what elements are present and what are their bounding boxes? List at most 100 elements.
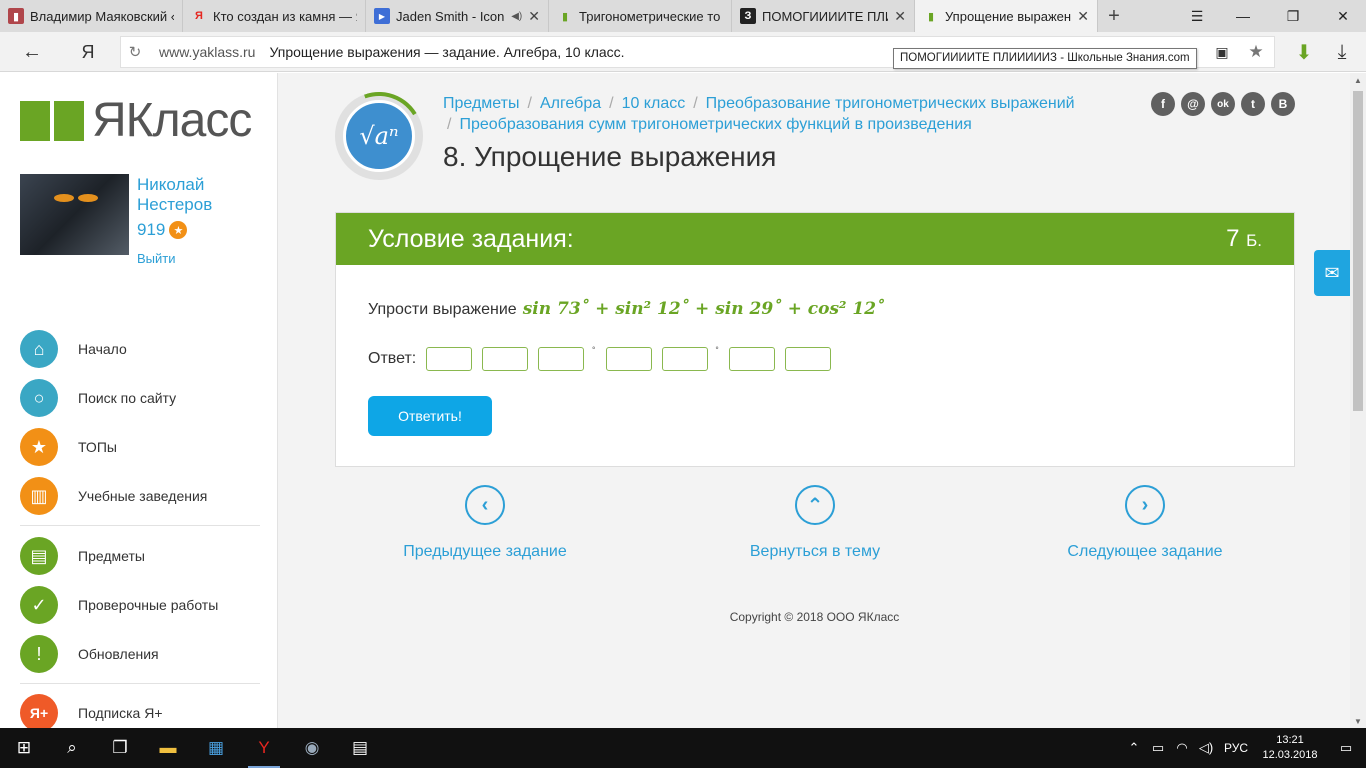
close-tab-icon[interactable]: ✕ [1077, 8, 1089, 25]
speaker-icon[interactable]: ◀) [511, 11, 522, 22]
sidebar-item-label: Предметы [78, 548, 145, 564]
copyright: Copyright © 2018 ООО ЯКласс [729, 610, 900, 624]
sidebar-item-label: Поиск по сайту [78, 390, 177, 406]
sidebar-item-subscription[interactable]: Я+ Подписка Я+ [20, 693, 270, 733]
tab-yandex-stone[interactable]: Я Кто создан из камня — Я [183, 0, 366, 32]
answer-input-2[interactable] [482, 347, 529, 371]
next-task-link[interactable]: › Следующее задание [1025, 485, 1265, 561]
answer-input-5[interactable] [661, 347, 708, 371]
volume-icon[interactable]: ◁) [1194, 740, 1218, 756]
sidebar-item-tests[interactable]: ✓ Проверочные работы [20, 585, 270, 625]
tab-znanija[interactable]: З ПОМОГИИИИТЕ ПЛИ ✕ [732, 0, 915, 32]
tab-active-simplify[interactable]: ▮ Упрощение выражен ✕ [915, 0, 1098, 32]
green-arrow-icon[interactable]: ⬇ [1290, 38, 1318, 66]
yaklass-icon: ▮ [561, 10, 569, 23]
answer-input-7[interactable] [784, 347, 831, 371]
degree-mark: ˚ [592, 347, 596, 358]
close-tab-icon[interactable]: ✕ [894, 8, 906, 25]
sidebar-item-schools[interactable]: ▥ Учебные заведения [20, 476, 270, 516]
logout-link[interactable]: Выйти [137, 251, 176, 266]
close-tab-icon[interactable]: ✕ [528, 8, 540, 25]
answer-input-4[interactable] [605, 347, 652, 371]
breadcrumb-subtopic[interactable]: Преобразования сумм тригонометрических ф… [459, 116, 971, 133]
logo-text: ЯКласс [92, 94, 252, 147]
avatar-eye [78, 194, 98, 202]
mail-ru-icon[interactable]: @ [1181, 92, 1205, 116]
store-icon[interactable]: ▦ [192, 728, 240, 768]
restore-icon[interactable]: ❐ [1270, 0, 1316, 32]
file-explorer-icon[interactable]: ▬ [144, 728, 192, 768]
yandex-icon: Я [195, 10, 203, 22]
clock[interactable]: 13:21 12.03.2018 [1254, 733, 1326, 763]
lock-icon[interactable]: ▣ [1208, 38, 1236, 66]
points-unit: Б. [1246, 231, 1262, 250]
tab-jaden-smith[interactable]: ▶ Jaden Smith - Icon ◀) ✕ [366, 0, 549, 32]
sidebar-divider [20, 525, 260, 526]
tab-title: Упрощение выражен [945, 8, 1072, 24]
task-points: 7 Б. [1226, 225, 1262, 253]
chevron-up-icon[interactable]: ⌃ [1122, 740, 1146, 756]
yaklass-logo[interactable]: ЯКласс [20, 94, 252, 147]
language-indicator[interactable]: РУС [1218, 741, 1254, 755]
twitter-icon[interactable]: t [1241, 92, 1265, 116]
menu-icon[interactable]: ☰ [1174, 0, 1220, 32]
new-tab-button[interactable]: + [1098, 0, 1130, 32]
answer-input-6[interactable] [728, 347, 775, 371]
battery-icon[interactable]: ▭ [1146, 740, 1170, 756]
tab-title: ПОМОГИИИИТЕ ПЛИ [762, 8, 889, 24]
yaklass-icon: ▮ [927, 10, 935, 23]
scrollbar-thumb[interactable] [1353, 91, 1363, 411]
scrollbar[interactable]: ▲ ▼ [1350, 73, 1366, 728]
reload-icon[interactable]: ↻ [121, 43, 149, 61]
sidebar-item-updates[interactable]: ! Обновления [20, 634, 270, 674]
answer-input-1[interactable] [426, 347, 473, 371]
score-value: 919 [137, 220, 166, 239]
answer-row: Ответ: ˚ ˚ [368, 347, 831, 371]
feedback-mail-icon[interactable]: ✉ [1314, 250, 1350, 296]
steam-icon[interactable]: ◉ [288, 728, 336, 768]
avatar[interactable] [20, 174, 129, 255]
windows-start-icon[interactable]: ⊞ [0, 728, 48, 768]
answer-input-3[interactable] [538, 347, 585, 371]
odnoklassniki-icon[interactable]: ok [1211, 92, 1235, 116]
sidebar-item-search[interactable]: ○ Поиск по сайту [20, 378, 270, 418]
scroll-down-icon[interactable]: ▼ [1350, 714, 1366, 728]
user-name-link[interactable]: Николай Нестеров [137, 175, 257, 215]
breadcrumb-algebra[interactable]: Алгебра [540, 95, 601, 112]
minimize-icon[interactable]: — [1220, 0, 1266, 32]
page-title: 8. Упрощение выражения [443, 141, 777, 172]
breadcrumb-grade[interactable]: 10 класс [622, 95, 686, 112]
sidebar-item-tops[interactable]: ★ ТОПы [20, 427, 270, 467]
task-view-icon[interactable]: ❐ [96, 728, 144, 768]
vk-icon[interactable]: B [1271, 92, 1295, 116]
scroll-up-icon[interactable]: ▲ [1350, 73, 1366, 87]
tab-title: Jaden Smith - Icon [396, 8, 505, 24]
search-icon[interactable]: ⌕ [48, 728, 96, 768]
breadcrumb-topic[interactable]: Преобразование тригонометрических выраже… [706, 95, 1075, 112]
calculator-icon[interactable]: ▤ [336, 728, 384, 768]
prev-task-link[interactable]: ‹ Предыдущее задание [365, 485, 605, 561]
facebook-icon[interactable]: f [1151, 92, 1175, 116]
download-icon[interactable]: ⤓ [1328, 38, 1356, 66]
breadcrumb-separator: / [693, 95, 698, 112]
wifi-icon[interactable]: ◠ [1170, 740, 1194, 756]
notifications-icon[interactable]: ▭ [1326, 740, 1366, 756]
breadcrumb-subjects[interactable]: Предметы [443, 95, 519, 112]
sidebar-item-subjects[interactable]: ▤ Предметы [20, 536, 270, 576]
yandex-browser-icon[interactable]: Y [240, 728, 288, 768]
tab-mayakovsky[interactable]: ▮ Владимир Маяковский « [0, 0, 183, 32]
user-last-name: Нестеров [137, 195, 213, 214]
exclamation-icon: ! [20, 635, 58, 673]
sidebar-item-home[interactable]: ⌂ Начало [20, 329, 270, 369]
tab-tooltip: ПОМОГИИИИТЕ ПЛИИИИИЗ - Школьные Знания.c… [893, 48, 1197, 69]
close-window-icon[interactable]: ✕ [1320, 0, 1366, 32]
topic-badge: √aⁿ [335, 92, 423, 180]
bookmark-star-icon[interactable]: ★ [1242, 38, 1270, 66]
yandex-logo-button[interactable]: Я [74, 38, 102, 66]
znanija-icon: З [740, 8, 756, 24]
back-to-topic-link[interactable]: ⌃ Вернуться в тему [695, 485, 935, 561]
url-domain: www.yaklass.ru [159, 44, 256, 60]
tab-trig[interactable]: ▮ Тригонометрические то [549, 0, 732, 32]
submit-answer-button[interactable]: Ответить! [368, 396, 492, 436]
back-arrow-icon[interactable]: ← [18, 38, 46, 66]
